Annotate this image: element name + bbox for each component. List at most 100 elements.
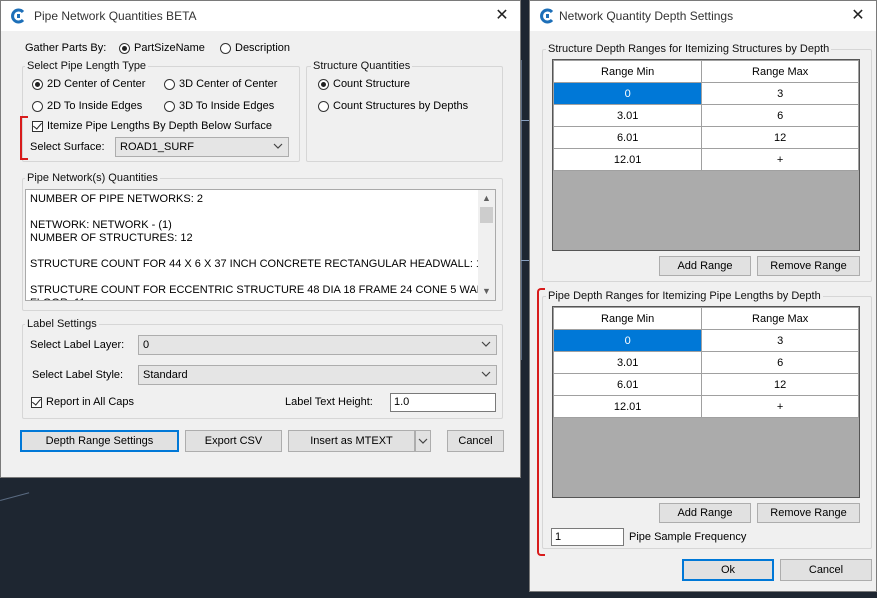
scroll-down-icon[interactable]: ▼: [478, 283, 495, 300]
table-cell[interactable]: 12.01: [552, 148, 703, 171]
radio-count-by-depths[interactable]: Count Structures by Depths: [318, 100, 468, 112]
cad-background-line: [521, 260, 529, 261]
right-cancel-button[interactable]: Cancel: [780, 559, 872, 581]
table-cell[interactable]: 6: [701, 351, 859, 374]
group-title: Select Pipe Length Type: [25, 60, 149, 72]
label-style-select[interactable]: Standard: [138, 365, 497, 385]
radio-indicator: [220, 42, 231, 54]
column-header[interactable]: Range Max: [701, 60, 859, 83]
sample-frequency-input[interactable]: 1: [551, 528, 624, 546]
radio-label: PartSizeName: [134, 42, 205, 54]
column-header[interactable]: Range Min: [552, 307, 703, 330]
export-csv-button[interactable]: Export CSV: [185, 430, 282, 452]
table-row[interactable]: 6.01 12: [552, 373, 859, 396]
vertical-scrollbar[interactable]: ▲ ▼: [478, 190, 495, 300]
pipe-add-range-button[interactable]: Add Range: [659, 503, 751, 523]
radio-2d-center[interactable]: 2D Center of Center: [32, 78, 145, 90]
gather-parts-label: Gather Parts By:: [25, 42, 107, 54]
radio-label: Count Structures by Depths: [333, 100, 469, 112]
itemize-checkbox[interactable]: Itemize Pipe Lengths By Depth Below Surf…: [32, 119, 273, 132]
column-header[interactable]: Range Min: [552, 60, 703, 83]
radio-3d-inside[interactable]: 3D To Inside Edges: [164, 100, 274, 112]
red-annotation-bracket: [537, 288, 545, 556]
radio-count-structure[interactable]: Count Structure: [318, 78, 410, 90]
table-cell[interactable]: 0: [552, 329, 703, 352]
table-cell[interactable]: 6.01: [552, 126, 703, 149]
group-title: Structure Depth Ranges for Itemizing Str…: [546, 43, 832, 55]
insert-mtext-dropdown[interactable]: [415, 430, 431, 452]
table-row[interactable]: 6.01 12: [552, 126, 859, 149]
group-title: Pipe Depth Ranges for Itemizing Pipe Len…: [546, 290, 823, 302]
sample-frequency-label: Pipe Sample Frequency: [629, 531, 747, 543]
radio-indicator: [119, 42, 130, 54]
structure-add-range-button[interactable]: Add Range: [659, 256, 751, 276]
structure-remove-range-button[interactable]: Remove Range: [757, 256, 860, 276]
all-caps-checkbox[interactable]: Report in All Caps: [31, 395, 135, 408]
window-title: Network Quantity Depth Settings: [559, 9, 734, 23]
civil3d-app-icon: [540, 8, 554, 24]
table-cell[interactable]: 3: [701, 329, 859, 352]
close-icon[interactable]: ✕: [848, 5, 868, 25]
table-cell[interactable]: 3.01: [552, 104, 703, 127]
scroll-up-icon[interactable]: ▲: [478, 190, 495, 207]
table-cell[interactable]: 6.01: [552, 373, 703, 396]
table-cell[interactable]: 3.01: [552, 351, 703, 374]
surface-value: ROAD1_SURF: [120, 141, 194, 153]
structure-depth-grid[interactable]: Range Min Range Max 0 3 3.01 6 6.01 12 1…: [552, 59, 860, 251]
radio-indicator: [164, 78, 175, 90]
group-title: Label Settings: [25, 318, 99, 330]
title-bar: Pipe Network Quantities BETA ✕: [1, 1, 520, 31]
header-row: Range Min Range Max: [552, 60, 859, 83]
cad-background-line: [0, 492, 30, 501]
checkbox-indicator: [31, 395, 42, 408]
quantities-output[interactable]: NUMBER OF PIPE NETWORKS: 2 NETWORK: NETW…: [25, 189, 496, 301]
depth-range-settings-button[interactable]: Depth Range Settings: [20, 430, 179, 452]
chevron-down-icon: [481, 341, 491, 347]
checkbox-indicator: [32, 119, 43, 132]
insert-mtext-button[interactable]: Insert as MTEXT: [288, 430, 415, 452]
pipe-depth-grid[interactable]: Range Min Range Max 0 3 3.01 6 6.01 12 1…: [552, 306, 860, 498]
text-height-input[interactable]: 1.0: [390, 393, 496, 412]
text-height-label: Label Text Height:: [285, 396, 373, 408]
table-cell[interactable]: 6: [701, 104, 859, 127]
checkbox-label: Report in All Caps: [46, 396, 135, 408]
quantities-text: NUMBER OF PIPE NETWORKS: 2 NETWORK: NETW…: [30, 193, 495, 300]
table-cell[interactable]: 12.01: [552, 395, 703, 418]
table-row[interactable]: 3.01 6: [552, 351, 859, 374]
radio-2d-inside[interactable]: 2D To Inside Edges: [32, 100, 142, 112]
label-layer-select[interactable]: 0: [138, 335, 497, 355]
close-icon[interactable]: ✕: [492, 5, 512, 25]
scroll-thumb[interactable]: [480, 207, 493, 223]
civil3d-app-icon: [11, 8, 25, 24]
radio-label: Description: [235, 42, 291, 54]
ok-button[interactable]: Ok: [682, 559, 774, 581]
table-cell[interactable]: 0: [552, 82, 703, 105]
radio-indicator: [318, 78, 329, 90]
cancel-button[interactable]: Cancel: [447, 430, 504, 452]
header-row: Range Min Range Max: [552, 307, 859, 330]
table-cell[interactable]: 12: [701, 373, 859, 396]
pipe-remove-range-button[interactable]: Remove Range: [757, 503, 860, 523]
table-cell[interactable]: +: [701, 395, 859, 418]
table-row[interactable]: 12.01 +: [552, 148, 859, 171]
table-row[interactable]: 0 3: [552, 329, 859, 352]
radio-partsizename[interactable]: PartSizeName: [119, 42, 205, 54]
table-row[interactable]: 12.01 +: [552, 395, 859, 418]
radio-3d-center[interactable]: 3D Center of Center: [164, 78, 277, 90]
label-layer-label: Select Label Layer:: [30, 339, 125, 351]
column-header[interactable]: Range Max: [701, 307, 859, 330]
group-title: Pipe Network(s) Quantities: [25, 172, 160, 184]
checkbox-label: Itemize Pipe Lengths By Depth Below Surf…: [47, 120, 273, 132]
surface-select[interactable]: ROAD1_SURF: [115, 137, 289, 157]
radio-description[interactable]: Description: [220, 42, 290, 54]
radio-indicator: [318, 100, 329, 112]
label-style-label: Select Label Style:: [32, 369, 124, 381]
table-cell[interactable]: +: [701, 148, 859, 171]
label-layer-value: 0: [143, 339, 150, 351]
radio-label: 2D To Inside Edges: [47, 100, 143, 112]
table-row[interactable]: 0 3: [552, 82, 859, 105]
label-style-value: Standard: [143, 369, 188, 381]
table-row[interactable]: 3.01 6: [552, 104, 859, 127]
table-cell[interactable]: 3: [701, 82, 859, 105]
table-cell[interactable]: 12: [701, 126, 859, 149]
